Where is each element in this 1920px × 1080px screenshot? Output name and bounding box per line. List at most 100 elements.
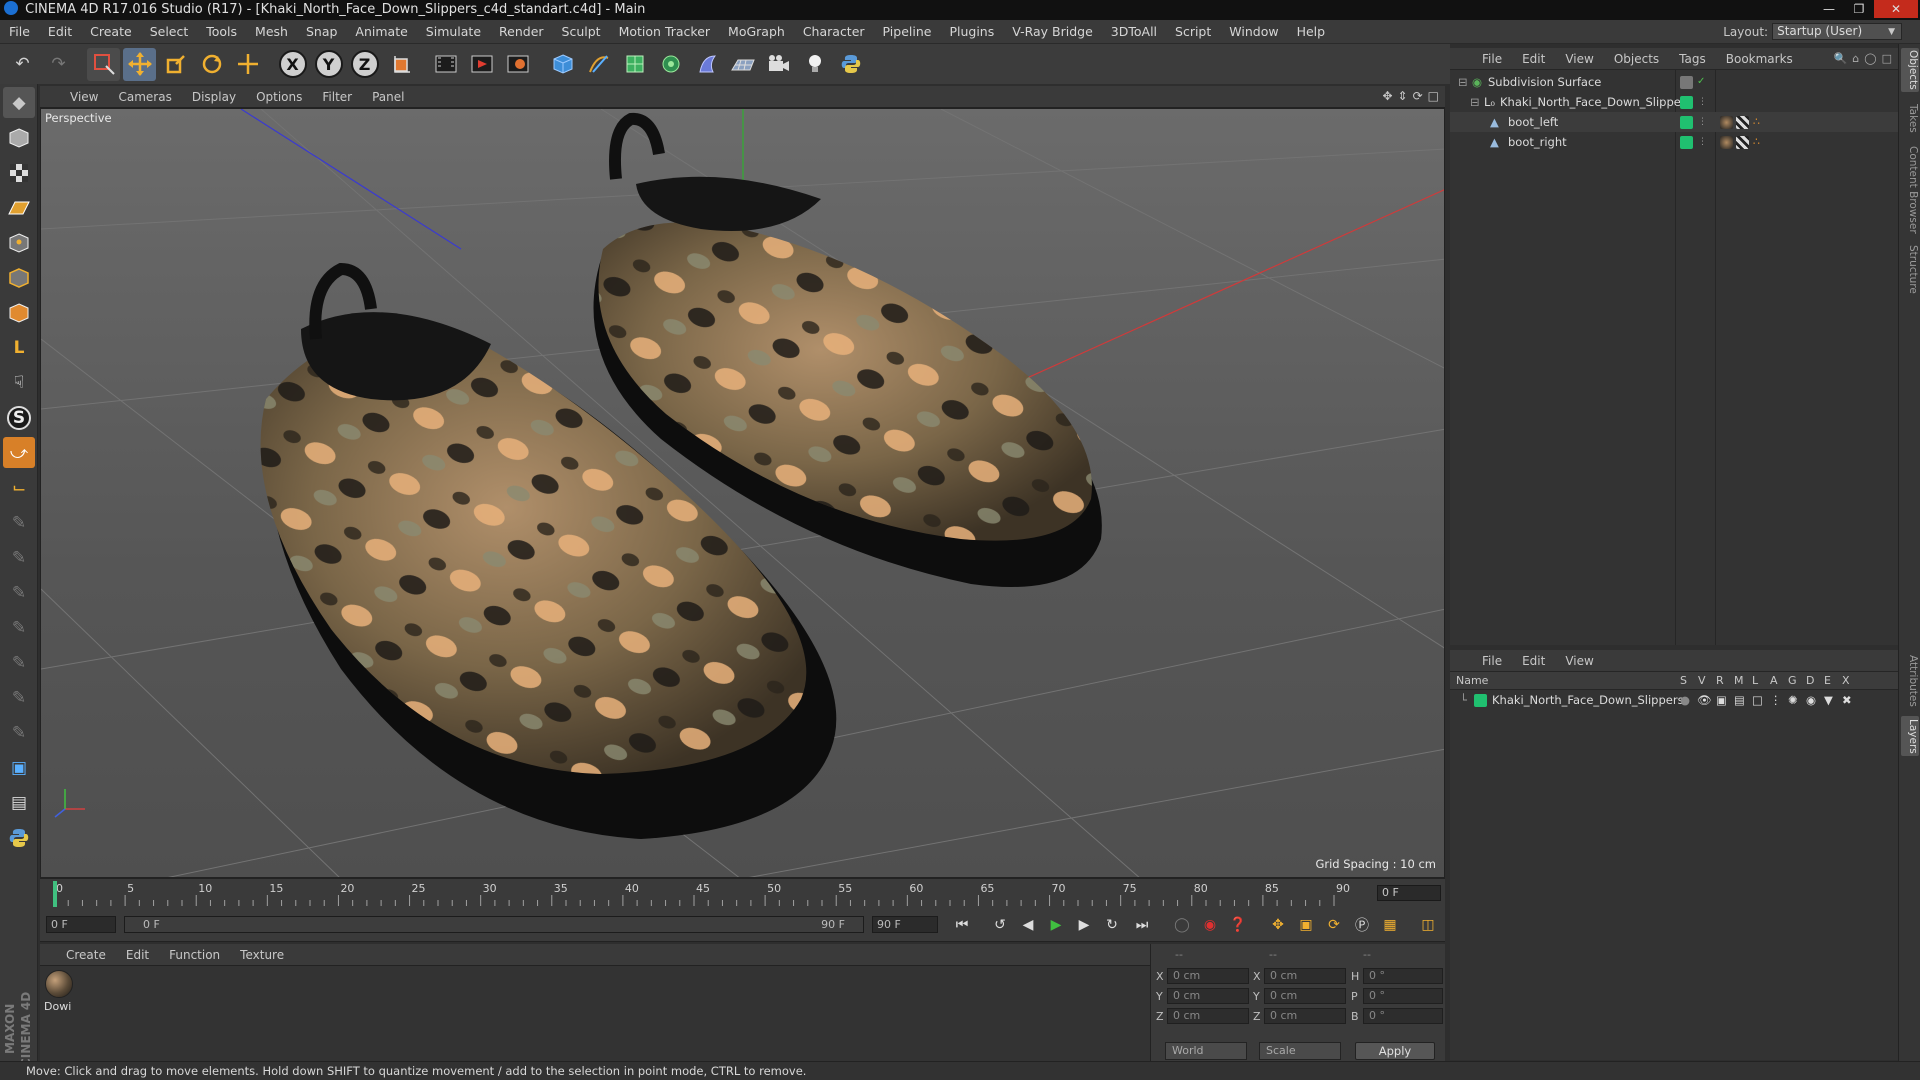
object-menu-objects[interactable]: Objects: [1604, 52, 1669, 66]
rot-p-field[interactable]: 0 °: [1363, 988, 1443, 1004]
tab-content-browser[interactable]: Content Browser: [1901, 144, 1919, 236]
layer-generators-icon[interactable]: ✺: [1788, 690, 1798, 710]
points-mode-icon[interactable]: [3, 227, 35, 258]
position-key-icon[interactable]: ✥: [1266, 914, 1290, 936]
light-icon[interactable]: [798, 48, 831, 81]
menu-mograph[interactable]: MoGraph: [719, 24, 794, 39]
scale-key-icon[interactable]: ▣: [1294, 914, 1318, 936]
edges-mode-icon[interactable]: [3, 262, 35, 293]
menu-sculpt[interactable]: Sculpt: [553, 24, 610, 39]
live-selection-icon[interactable]: [87, 47, 120, 81]
menu-edit[interactable]: Edit: [39, 24, 81, 39]
tab-structure[interactable]: Structure: [1901, 242, 1919, 296]
menu-render[interactable]: Render: [490, 24, 553, 39]
go-to-start-icon[interactable]: ⏮: [950, 914, 974, 936]
home-icon[interactable]: ⌂: [1852, 52, 1859, 65]
autokeying-icon[interactable]: ◉: [1198, 914, 1222, 936]
tab-layers[interactable]: Layers: [1901, 716, 1919, 756]
tab-takes[interactable]: Takes: [1901, 100, 1919, 136]
next-frame-icon[interactable]: ▶: [1072, 914, 1096, 936]
layer-deformers-icon[interactable]: ◉: [1806, 690, 1816, 710]
menu-window[interactable]: Window: [1220, 24, 1287, 39]
chevron-down-icon[interactable]: ▼: [1888, 27, 1895, 37]
subdivision-icon[interactable]: [618, 48, 651, 81]
layer-manager-icon[interactable]: ▤: [1734, 690, 1745, 710]
object-menu-file[interactable]: File: [1472, 52, 1512, 66]
menu-help[interactable]: Help: [1288, 24, 1335, 39]
layer-expressions-icon[interactable]: ▼: [1824, 690, 1833, 710]
layer-xref-icon[interactable]: ✖: [1842, 690, 1852, 710]
timeline-ruler[interactable]: 0 5 10 15 20 25 30 35 40 45 50 55 60 65 70 75 80 85 90 0 F: [40, 878, 1445, 908]
viewport-menu-filter[interactable]: Filter: [312, 90, 362, 104]
menu-tools[interactable]: Tools: [197, 24, 246, 39]
workplane-mode-icon[interactable]: [3, 192, 35, 223]
pos-z-field[interactable]: 0 cm: [1167, 1008, 1249, 1024]
render-picture-viewer-icon[interactable]: [465, 48, 498, 81]
object-menu-view[interactable]: View: [1555, 52, 1603, 66]
menu-script[interactable]: Script: [1166, 24, 1220, 39]
layer-menu-view[interactable]: View: [1555, 654, 1603, 668]
rotate-icon[interactable]: [195, 48, 228, 81]
python-script-icon[interactable]: [3, 822, 35, 853]
texture-mode-icon[interactable]: [3, 157, 35, 188]
new-window-icon[interactable]: □: [1882, 52, 1892, 65]
coordinate-system-icon[interactable]: [384, 48, 417, 81]
material-menu-create[interactable]: Create: [56, 948, 116, 962]
play-icon[interactable]: ▶: [1044, 914, 1068, 936]
object-name[interactable]: boot_right: [1508, 132, 1567, 152]
make-editable-icon[interactable]: ◆: [3, 87, 35, 118]
playhead-marker[interactable]: [53, 881, 57, 907]
close-icon[interactable]: ✕: [1874, 0, 1918, 18]
transform-mode-select[interactable]: Scale: [1259, 1042, 1341, 1060]
cube-icon[interactable]: [546, 48, 579, 81]
layer-menu-file[interactable]: File: [1472, 654, 1512, 668]
pen-icon[interactable]: [582, 48, 615, 81]
snap-icon[interactable]: S: [3, 402, 35, 433]
collapse-icon[interactable]: ⊟: [1470, 92, 1480, 112]
y-axis-icon[interactable]: Y: [312, 48, 345, 81]
menu-motion-tracker[interactable]: Motion Tracker: [610, 24, 719, 39]
menu-create[interactable]: Create: [81, 24, 141, 39]
model-mode-icon[interactable]: [3, 122, 35, 153]
visibility-dots-icon[interactable]: ⋮: [1698, 132, 1707, 152]
enabled-check-icon[interactable]: ✓: [1697, 72, 1705, 92]
pos-x-field[interactable]: 0 cm: [1167, 968, 1249, 984]
layer-color-tag[interactable]: [1680, 96, 1693, 109]
array-icon[interactable]: [654, 48, 687, 81]
edit-render-settings-icon[interactable]: [501, 48, 534, 81]
layer-row[interactable]: └ Khaki_North_Face_Down_Slippers ● 👁 ▣ ▤…: [1450, 690, 1898, 710]
deformer-icon[interactable]: [690, 48, 723, 81]
viewport-menu-cameras[interactable]: Cameras: [108, 90, 181, 104]
visibility-dots-icon[interactable]: ⋮: [1698, 92, 1707, 112]
quantize-icon[interactable]: ⌙: [3, 472, 35, 503]
uvw-tag-icon[interactable]: [1736, 116, 1749, 129]
menu-plugins[interactable]: Plugins: [940, 24, 1003, 39]
menu-select[interactable]: Select: [141, 24, 198, 39]
layer-animation-icon[interactable]: ⋮: [1770, 690, 1782, 710]
collapse-icon[interactable]: ⊟: [1458, 72, 1468, 92]
layer-color-tag[interactable]: [1680, 116, 1693, 129]
axis-mode-icon[interactable]: L: [3, 332, 35, 363]
move-icon[interactable]: [123, 47, 156, 81]
menu-snap[interactable]: Snap: [297, 24, 346, 39]
pan-view-icon[interactable]: ✥: [1382, 89, 1392, 103]
render-view-icon[interactable]: [429, 48, 462, 81]
lock-workplane-icon[interactable]: ▣: [3, 752, 35, 783]
layer-solo-icon[interactable]: ●: [1680, 690, 1690, 710]
material-tag-icon[interactable]: [1720, 116, 1733, 129]
frame-range-slider[interactable]: 0 F 90 F: [124, 916, 864, 933]
maximize-icon[interactable]: ❐: [1844, 0, 1874, 18]
python-icon[interactable]: [834, 48, 867, 81]
layer-color-swatch[interactable]: [1474, 694, 1487, 707]
go-to-end-icon[interactable]: ⏭: [1130, 914, 1154, 936]
record-keys-icon[interactable]: ◯: [1170, 914, 1194, 936]
link-icon[interactable]: ◯: [1864, 52, 1876, 65]
visibility-dots-icon[interactable]: ⋮: [1698, 112, 1707, 132]
zoom-view-icon[interactable]: ⇕: [1398, 89, 1408, 103]
size-z-field[interactable]: 0 cm: [1264, 1008, 1346, 1024]
size-x-field[interactable]: 0 cm: [1264, 968, 1346, 984]
transform-icon[interactable]: [231, 48, 264, 81]
start-frame-field[interactable]: 0 F: [46, 916, 116, 933]
menu-character[interactable]: Character: [794, 24, 874, 39]
point-level-key-icon[interactable]: ▦: [1378, 914, 1402, 936]
